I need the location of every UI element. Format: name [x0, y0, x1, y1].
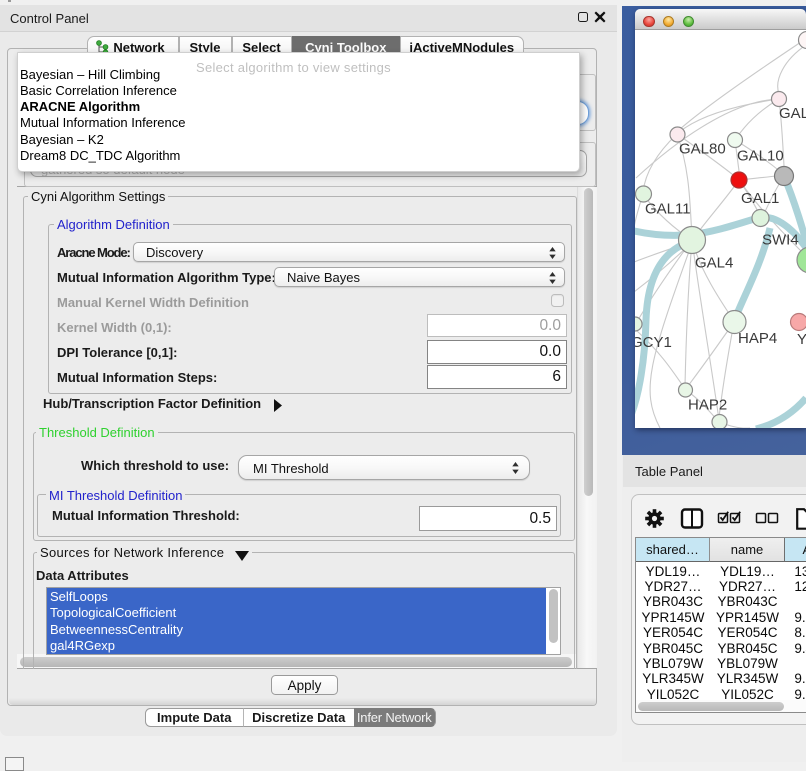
svg-text:GAL4: GAL4 [695, 255, 733, 272]
svg-text:GAL1: GAL1 [741, 190, 779, 207]
svg-text:GAL10: GAL10 [737, 148, 784, 165]
svg-text:GAL11: GAL11 [645, 201, 691, 218]
svg-text:SWI4: SWI4 [762, 232, 799, 249]
svg-text:HAP2: HAP2 [688, 397, 727, 414]
svg-text:HAP4: HAP4 [738, 330, 777, 347]
svg-text:GAL80: GAL80 [679, 141, 726, 158]
svg-text:GCY1: GCY1 [635, 334, 672, 351]
svg-text:GAL2: GAL2 [779, 105, 806, 122]
svg-text:YMR0: YMR0 [797, 331, 806, 348]
